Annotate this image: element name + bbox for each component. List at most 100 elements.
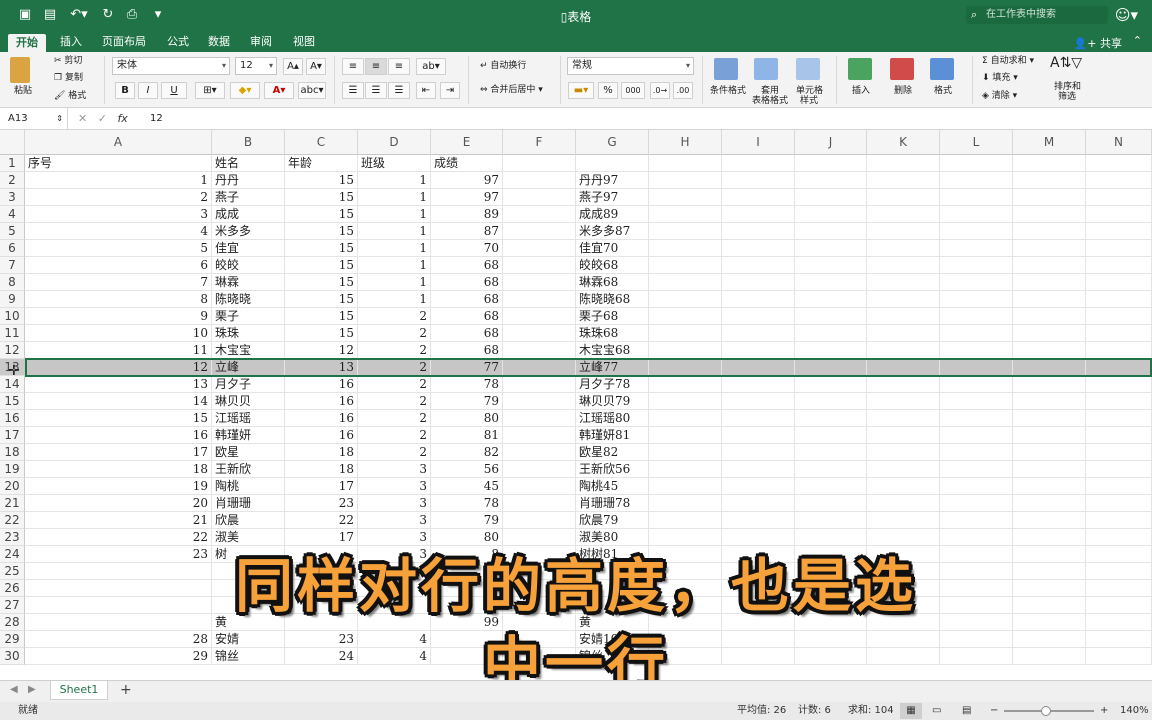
page-break-view-icon[interactable]: ▤ (962, 702, 971, 720)
cell-d[interactable]: 2 (358, 342, 431, 359)
cell-e[interactable]: 68 (431, 274, 503, 291)
cell-c[interactable]: 年龄 (285, 155, 358, 172)
cell-empty[interactable] (940, 155, 1013, 172)
cell-b[interactable]: 皎皎 (212, 257, 285, 274)
cell-empty[interactable] (1086, 444, 1152, 461)
cell-b[interactable]: 王新欣 (212, 461, 285, 478)
cell-empty[interactable] (940, 223, 1013, 240)
cell-g[interactable]: 佳宜70 (576, 240, 649, 257)
cell-empty[interactable] (722, 427, 795, 444)
column-header-k[interactable]: K (867, 130, 940, 155)
cell-empty[interactable] (649, 291, 722, 308)
cell-empty[interactable] (722, 189, 795, 206)
cell-b[interactable]: 珠珠 (212, 325, 285, 342)
cell-empty[interactable] (649, 223, 722, 240)
row-header[interactable]: 1 (0, 155, 25, 172)
collapse-ribbon-icon[interactable]: ⌃ (1133, 34, 1142, 47)
cell-empty[interactable] (722, 393, 795, 410)
cell-empty[interactable] (940, 376, 1013, 393)
row-header[interactable]: 16 (0, 410, 25, 427)
cell-empty[interactable] (940, 172, 1013, 189)
cell-c[interactable]: 13 (285, 359, 358, 376)
align-middle-icon[interactable]: ≡ (365, 58, 387, 75)
column-header-c[interactable]: C (285, 130, 358, 155)
cell-empty[interactable] (795, 308, 867, 325)
cell-empty[interactable] (649, 376, 722, 393)
cell-d[interactable]: 1 (358, 291, 431, 308)
cell-a[interactable]: 7 (25, 274, 212, 291)
cell-d[interactable]: 2 (358, 410, 431, 427)
cell-e[interactable]: 79 (431, 512, 503, 529)
cell-empty[interactable] (867, 189, 940, 206)
cell-empty[interactable] (1086, 155, 1152, 172)
cell-g[interactable]: 琳霖68 (576, 274, 649, 291)
cell-empty[interactable] (1013, 291, 1086, 308)
indent-icon[interactable]: ⇥ (440, 82, 460, 99)
cell-c[interactable]: 17 (285, 529, 358, 546)
prev-sheet-icon[interactable]: ◀ (10, 684, 18, 695)
cell-empty[interactable] (722, 376, 795, 393)
cell-empty[interactable] (649, 410, 722, 427)
cell-empty[interactable] (867, 291, 940, 308)
cell-empty[interactable] (867, 444, 940, 461)
cell-empty[interactable] (867, 410, 940, 427)
cell-d[interactable]: 1 (358, 274, 431, 291)
cell-a[interactable]: 19 (25, 478, 212, 495)
cell-empty[interactable] (940, 325, 1013, 342)
cell-g[interactable]: 肖珊珊78 (576, 495, 649, 512)
column-header-h[interactable]: H (649, 130, 722, 155)
cell-empty[interactable] (649, 274, 722, 291)
cell-empty[interactable] (795, 155, 867, 172)
cell-f[interactable] (503, 359, 576, 376)
cell-b[interactable]: 琳贝贝 (212, 393, 285, 410)
cell-e[interactable]: 77 (431, 359, 503, 376)
cell-empty[interactable] (795, 393, 867, 410)
cell-empty[interactable] (940, 529, 1013, 546)
cell-b[interactable]: 肖珊珊 (212, 495, 285, 512)
cell-empty[interactable] (1013, 393, 1086, 410)
cell-g[interactable]: 丹丹97 (576, 172, 649, 189)
cell-b[interactable]: 陶桃 (212, 478, 285, 495)
cell-empty[interactable] (795, 291, 867, 308)
select-all-corner[interactable] (0, 130, 25, 155)
cell-empty[interactable] (940, 359, 1013, 376)
increase-font-button[interactable]: A▴ (283, 58, 303, 75)
align-center-icon[interactable]: ☰ (365, 82, 387, 99)
cell-empty[interactable] (649, 308, 722, 325)
cell-empty[interactable] (940, 393, 1013, 410)
cell-empty[interactable] (940, 512, 1013, 529)
cell-d[interactable]: 2 (358, 376, 431, 393)
cell-d[interactable]: 3 (358, 461, 431, 478)
row-header[interactable]: 2 (0, 172, 25, 189)
cell-empty[interactable] (1086, 240, 1152, 257)
cell-empty[interactable] (867, 376, 940, 393)
cell-d[interactable]: 3 (358, 478, 431, 495)
cell-empty[interactable] (1086, 393, 1152, 410)
cell-empty[interactable] (795, 478, 867, 495)
cell-d[interactable]: 3 (358, 529, 431, 546)
cell-a[interactable]: 21 (25, 512, 212, 529)
column-header-g[interactable]: G (576, 130, 649, 155)
increase-decimal-icon[interactable]: .0→ (650, 82, 670, 99)
cell-d[interactable]: 2 (358, 393, 431, 410)
cell-empty[interactable] (1013, 359, 1086, 376)
cell-e[interactable]: 68 (431, 325, 503, 342)
cell-a[interactable]: 17 (25, 444, 212, 461)
cell-empty[interactable] (722, 325, 795, 342)
next-sheet-icon[interactable]: ▶ (28, 684, 36, 695)
cell-empty[interactable] (722, 240, 795, 257)
cell-g[interactable]: 韩瑾妍81 (576, 427, 649, 444)
align-left-icon[interactable]: ☰ (342, 82, 364, 99)
cell-a[interactable]: 9 (25, 308, 212, 325)
tab-review[interactable]: 审阅 (250, 35, 272, 49)
cell-b[interactable]: 欣晨 (212, 512, 285, 529)
cell-b[interactable]: 成成 (212, 206, 285, 223)
bold-button[interactable]: B (115, 82, 135, 99)
cell-a[interactable]: 5 (25, 240, 212, 257)
cell-c[interactable]: 18 (285, 444, 358, 461)
cell-empty[interactable] (1013, 206, 1086, 223)
cell-g[interactable]: 米多多87 (576, 223, 649, 240)
cell-b[interactable]: 欧星 (212, 444, 285, 461)
cell-c[interactable]: 15 (285, 240, 358, 257)
cell-e[interactable]: 87 (431, 223, 503, 240)
